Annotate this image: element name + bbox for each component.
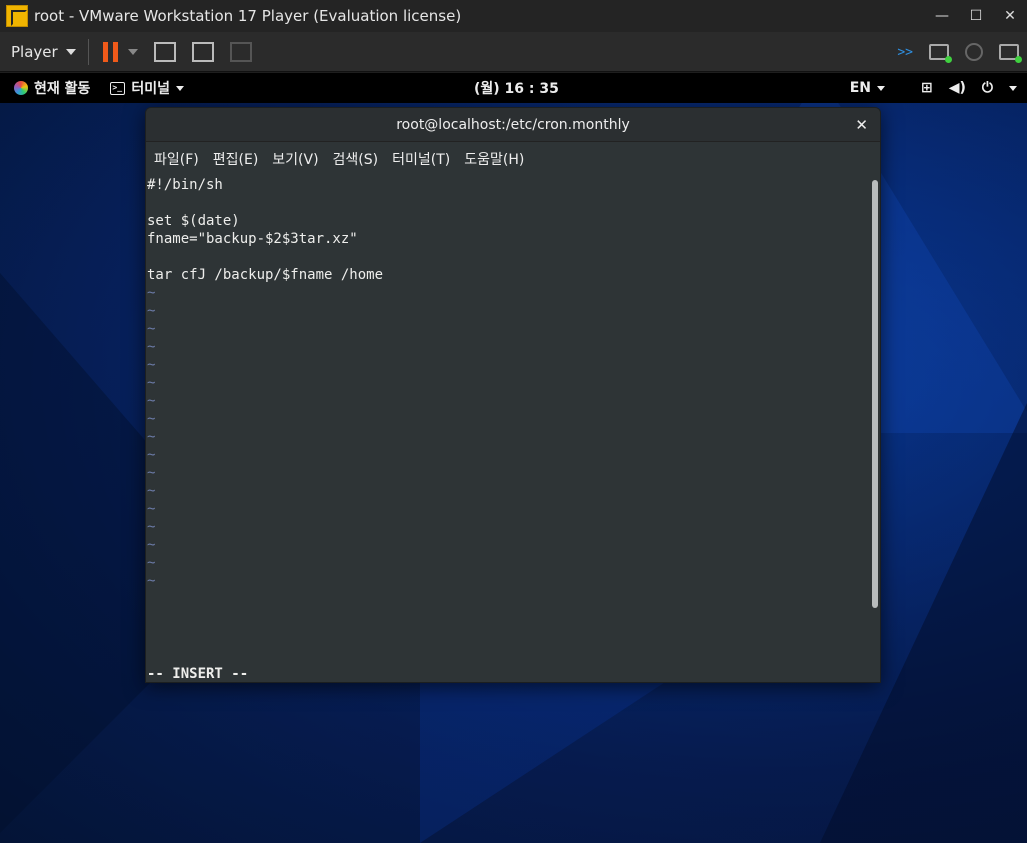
power-options-chevron-icon[interactable] bbox=[127, 48, 138, 55]
system-menu-chevron-icon[interactable] bbox=[1009, 85, 1017, 91]
scrollbar-thumb[interactable] bbox=[872, 180, 878, 608]
empty-line-tilde: ~ bbox=[147, 501, 156, 517]
minimize-button[interactable]: — bbox=[925, 0, 959, 32]
activities-icon bbox=[14, 81, 28, 95]
maximize-button[interactable]: ☐ bbox=[959, 0, 993, 32]
language-label: EN bbox=[849, 80, 872, 96]
empty-line-tilde: ~ bbox=[147, 393, 156, 409]
send-ctrl-alt-del-icon[interactable] bbox=[153, 41, 176, 62]
empty-line-tilde: ~ bbox=[147, 285, 156, 301]
close-button[interactable]: ✕ bbox=[993, 0, 1027, 32]
gnome-top-bar: 현재 활동 >_ 터미널 (월) 16 : 35 EN ⊞ ◀) ⏻ bbox=[0, 73, 1027, 103]
system-tray: EN ⊞ ◀) ⏻ bbox=[850, 73, 1017, 103]
power-icon[interactable]: ⏻ bbox=[982, 80, 993, 96]
activities-button[interactable]: 현재 활동 bbox=[14, 78, 90, 98]
volume-icon[interactable]: ◀) bbox=[949, 80, 966, 96]
editor-line: tar cfJ /backup/$fname /home bbox=[147, 267, 384, 283]
terminal-titlebar[interactable]: root@localhost:/etc/cron.monthly ✕ bbox=[146, 108, 880, 142]
chevron-down-icon bbox=[176, 85, 185, 91]
empty-line-tilde: ~ bbox=[147, 303, 156, 319]
menu-help[interactable]: 도움말(H) bbox=[464, 149, 524, 169]
vim-mode-status: -- INSERT -- bbox=[147, 666, 249, 682]
empty-line-tilde: ~ bbox=[147, 519, 156, 535]
terminal-app-icon: >_ bbox=[110, 81, 126, 95]
player-menu-label: Player bbox=[11, 42, 58, 61]
terminal-close-icon[interactable]: ✕ bbox=[855, 116, 868, 134]
window-title: root - VMware Workstation 17 Player (Eva… bbox=[34, 7, 462, 25]
menu-terminal[interactable]: 터미널(T) bbox=[392, 149, 450, 169]
empty-line-tilde: ~ bbox=[147, 429, 156, 445]
empty-line-markers: ~ ~ ~ ~ ~ ~ ~ ~ ~ ~ ~ ~ ~ ~ ~ ~ ~ bbox=[147, 284, 872, 590]
terminal-content[interactable]: #!/bin/sh set $(date) fname="backup-$2$3… bbox=[146, 176, 872, 682]
device-icons: >> bbox=[897, 32, 1022, 72]
vmware-toolbar: Player >> bbox=[0, 32, 1027, 72]
fullscreen-icon[interactable] bbox=[191, 41, 214, 62]
network-icon[interactable]: ⊞ bbox=[921, 80, 933, 96]
app-menu-label: 터미널 bbox=[131, 81, 171, 97]
activities-label: 현재 활동 bbox=[34, 81, 91, 97]
empty-line-tilde: ~ bbox=[147, 555, 156, 571]
pause-icon[interactable] bbox=[102, 41, 118, 62]
clock[interactable]: (월) 16 : 35 bbox=[474, 73, 559, 103]
menu-edit[interactable]: 편집(E) bbox=[213, 149, 259, 169]
toolbar-divider bbox=[87, 38, 89, 65]
window-controls: — ☐ ✕ bbox=[925, 0, 1027, 32]
editor-line: fname="backup-$2$3tar.xz" bbox=[147, 231, 358, 247]
empty-line-tilde: ~ bbox=[147, 357, 156, 373]
empty-line-tilde: ~ bbox=[147, 483, 156, 499]
network-activity-icon[interactable]: >> bbox=[897, 45, 913, 60]
chevron-down-icon bbox=[877, 85, 886, 91]
vmware-titlebar: root - VMware Workstation 17 Player (Eva… bbox=[0, 0, 1027, 32]
empty-line-tilde: ~ bbox=[147, 339, 156, 355]
network-adapter-icon[interactable] bbox=[999, 44, 1022, 63]
hard-disk-icon[interactable] bbox=[929, 44, 952, 63]
editor-line: set $(date) bbox=[147, 213, 240, 229]
empty-line-tilde: ~ bbox=[147, 537, 156, 553]
app-menu-button[interactable]: >_ 터미널 bbox=[110, 78, 185, 98]
empty-line-tilde: ~ bbox=[147, 321, 156, 337]
empty-line-tilde: ~ bbox=[147, 447, 156, 463]
terminal-scrollbar[interactable] bbox=[870, 176, 880, 682]
terminal-menubar: 파일(F) 편집(E) 보기(V) 검색(S) 터미널(T) 도움말(H) bbox=[146, 142, 880, 175]
empty-line-tilde: ~ bbox=[147, 573, 156, 589]
menu-file[interactable]: 파일(F) bbox=[154, 149, 199, 169]
empty-line-tilde: ~ bbox=[147, 375, 156, 391]
terminal-window: root@localhost:/etc/cron.monthly ✕ 파일(F)… bbox=[145, 107, 881, 683]
input-language-button[interactable]: EN bbox=[849, 80, 886, 96]
empty-line-tilde: ~ bbox=[147, 465, 156, 481]
menu-view[interactable]: 보기(V) bbox=[272, 149, 318, 169]
chevron-down-icon bbox=[65, 48, 76, 55]
editor-line: #!/bin/sh bbox=[147, 177, 223, 193]
player-menu-button[interactable]: Player bbox=[11, 43, 76, 61]
cd-rom-icon[interactable] bbox=[965, 43, 983, 61]
vmware-logo-icon bbox=[6, 5, 28, 27]
terminal-title: root@localhost:/etc/cron.monthly bbox=[396, 116, 630, 133]
unity-icon[interactable] bbox=[229, 41, 252, 62]
empty-line-tilde: ~ bbox=[147, 411, 156, 427]
menu-search[interactable]: 검색(S) bbox=[333, 149, 379, 169]
